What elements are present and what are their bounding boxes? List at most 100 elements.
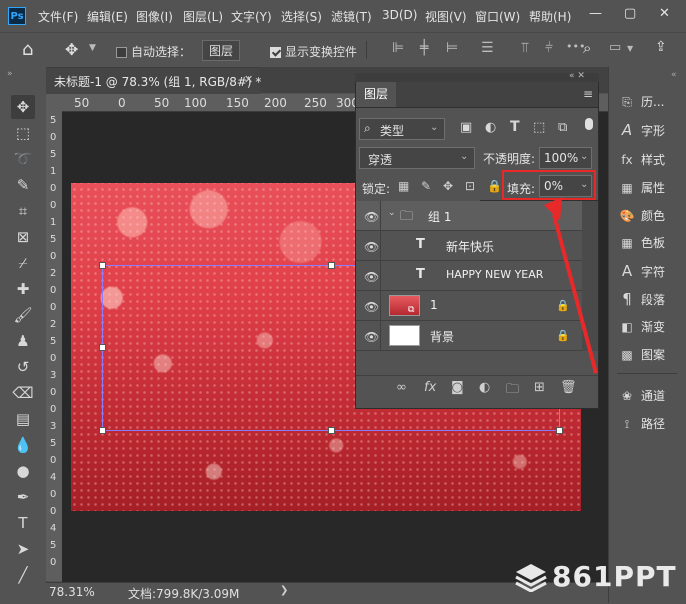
lock-all-icon[interactable]: 🔒 <box>487 179 502 193</box>
menu-select[interactable]: 选择(S) <box>281 8 322 25</box>
lasso-tool-icon[interactable]: ➰ <box>11 147 35 171</box>
filter-type-icon[interactable]: T <box>510 119 520 135</box>
stamp-tool-icon[interactable]: ♟ <box>11 329 35 353</box>
eye-icon[interactable]: 👁 <box>364 240 379 254</box>
eraser-tool-icon[interactable]: ⌫ <box>11 381 35 405</box>
dock-gradients[interactable]: ◧ 渐变 <box>619 318 665 335</box>
dock-patterns[interactable]: ▩ 图案 <box>619 346 665 363</box>
brush-tool-icon[interactable]: 🖌 <box>11 303 35 327</box>
chevron-down-icon[interactable]: ▼ <box>627 44 633 53</box>
workspace-icon[interactable]: ▭ <box>609 40 621 55</box>
filter-toggle[interactable] <box>585 118 593 130</box>
lock-position-icon[interactable]: ✥ <box>443 179 453 193</box>
move-tool-icon[interactable]: ✥ <box>11 95 35 119</box>
fx-icon[interactable]: fx <box>424 380 436 395</box>
collapse-icon[interactable]: « ✕ <box>569 71 585 81</box>
tab-layers[interactable]: 图层 <box>356 82 396 107</box>
filter-adjustment-icon[interactable]: ◐ <box>485 120 496 135</box>
folder-icon[interactable]: 🗀 <box>506 380 519 402</box>
align-right-icon[interactable]: ⊨ <box>446 40 458 56</box>
crop-tool-icon[interactable]: ⌗ <box>11 199 35 223</box>
show-transform-checkbox[interactable]: 显示变换控件 <box>270 43 357 60</box>
opacity-input[interactable]: 100% ⌄ <box>539 147 592 169</box>
transform-handle[interactable] <box>328 427 335 434</box>
menu-help[interactable]: 帮助(H) <box>529 8 571 25</box>
chevron-down-icon[interactable]: ⌄ <box>388 208 396 218</box>
dock-glyphs[interactable]: A 字形 <box>619 121 665 139</box>
transform-handle[interactable] <box>556 427 563 434</box>
pen-tool-icon[interactable]: ✒ <box>11 485 35 509</box>
dodge-tool-icon[interactable]: ● <box>11 459 35 483</box>
transform-handle[interactable] <box>99 344 106 351</box>
transform-handle[interactable] <box>99 262 106 269</box>
quick-select-tool-icon[interactable]: ✎ <box>11 173 35 197</box>
gradient-tool-icon[interactable]: ▤ <box>11 407 35 431</box>
adjustment-icon[interactable]: ◐ <box>479 380 490 395</box>
eye-icon[interactable]: 👁 <box>364 270 379 284</box>
eyedropper-tool-icon[interactable]: ⌿ <box>11 251 35 275</box>
close-tab-icon[interactable]: ✕ <box>244 73 253 86</box>
menu-type[interactable]: 文字(Y) <box>231 8 272 25</box>
dock-history[interactable]: ⎘ 历... <box>619 93 664 110</box>
search-icon[interactable]: ⌕ <box>583 39 591 57</box>
home-icon[interactable]: ⌂ <box>22 39 33 60</box>
filter-shape-icon[interactable]: ⬚ <box>533 120 545 135</box>
menu-file[interactable]: 文件(F) <box>38 8 78 25</box>
auto-select-dropdown[interactable]: 图层 <box>202 40 241 61</box>
dock-styles[interactable]: fx 样式 <box>619 151 665 168</box>
dock-color[interactable]: 🎨 颜色 <box>619 207 666 224</box>
menu-3d[interactable]: 3D(D) <box>382 8 417 22</box>
transform-handle[interactable] <box>99 427 106 434</box>
distribute-icon[interactable]: ☰ <box>481 40 494 56</box>
collapse-icon[interactable]: » <box>7 69 13 79</box>
align-center-icon[interactable]: ╪ <box>420 40 428 56</box>
dock-character[interactable]: A 字符 <box>619 262 665 280</box>
align-left-icon[interactable]: ⊫ <box>392 40 404 56</box>
eye-icon[interactable]: 👁 <box>364 210 379 224</box>
zoom-level[interactable]: 78.31% <box>49 585 95 599</box>
close-icon[interactable]: ✕ <box>659 6 670 21</box>
line-tool-icon[interactable]: ╱ <box>11 563 35 587</box>
checkbox-icon[interactable] <box>116 47 127 58</box>
filter-smart-object-icon[interactable]: ⧉ <box>558 120 567 135</box>
filter-image-icon[interactable]: ▣ <box>460 120 472 135</box>
path-select-tool-icon[interactable]: ➤ <box>11 537 35 561</box>
minimize-icon[interactable]: — <box>589 6 602 21</box>
menu-window[interactable]: 窗口(W) <box>475 8 520 25</box>
frame-tool-icon[interactable]: ⊠ <box>11 225 35 249</box>
filter-kind-dropdown[interactable]: ⌕ 类型 ⌄ <box>359 118 445 140</box>
lock-transparent-icon[interactable]: ▦ <box>398 179 409 193</box>
move-tool-icon[interactable]: ✥ <box>65 40 78 59</box>
lock-artboard-icon[interactable]: ⊡ <box>465 179 475 193</box>
mask-icon[interactable]: ◙ <box>451 380 464 395</box>
collapse-icon[interactable]: « <box>671 70 677 80</box>
dock-properties[interactable]: ▦ 属性 <box>619 179 665 196</box>
blur-tool-icon[interactable]: 💧 <box>11 433 35 457</box>
document-tab[interactable]: 未标题-1 @ 78.3% (组 1, RGB/8#) * ✕ <box>46 67 261 94</box>
transform-handle[interactable] <box>328 262 335 269</box>
history-brush-tool-icon[interactable]: ↺ <box>11 355 35 379</box>
auto-select-checkbox[interactable]: 自动选择： <box>116 43 191 60</box>
checkbox-checked-icon[interactable] <box>270 47 281 58</box>
menu-filter[interactable]: 滤镜(T) <box>331 8 372 25</box>
dock-channels[interactable]: ❀ 通道 <box>619 387 665 404</box>
chevron-down-icon[interactable]: ▼ <box>89 43 96 53</box>
marquee-tool-icon[interactable]: ⬚ <box>11 121 35 145</box>
eye-icon[interactable]: 👁 <box>364 330 379 344</box>
align-middle-icon[interactable]: ⫩ <box>545 40 553 56</box>
menu-edit[interactable]: 编辑(E) <box>87 8 128 25</box>
dock-paths[interactable]: ⟟ 路径 <box>619 415 665 432</box>
type-tool-icon[interactable]: T <box>11 511 35 535</box>
dock-paragraph[interactable]: ¶ 段落 <box>619 290 665 308</box>
menu-layer[interactable]: 图层(L) <box>183 8 223 25</box>
lock-image-icon[interactable]: ✎ <box>421 179 431 193</box>
panel-menu-icon[interactable]: ≡ <box>583 87 593 101</box>
maximize-icon[interactable]: ▢ <box>624 6 636 21</box>
eye-icon[interactable]: 👁 <box>364 300 379 314</box>
dock-swatches[interactable]: ▦ 色板 <box>619 234 665 251</box>
blend-mode-dropdown[interactable]: 穿透 ⌄ <box>359 147 475 169</box>
menu-view[interactable]: 视图(V) <box>425 8 467 25</box>
share-icon[interactable]: ⇪ <box>655 39 667 55</box>
link-icon[interactable]: ∞ <box>396 380 407 395</box>
healing-brush-tool-icon[interactable]: ✚ <box>11 277 35 301</box>
